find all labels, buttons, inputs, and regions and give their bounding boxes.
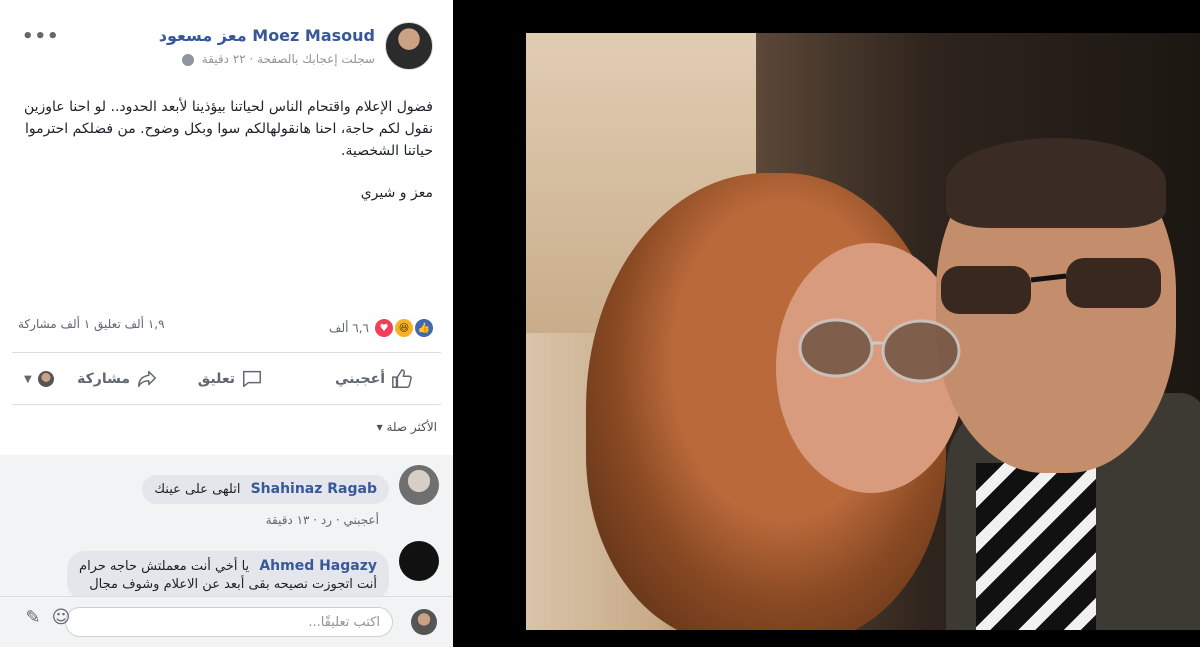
- haha-icon: 😆: [393, 317, 415, 339]
- post-meta-text: سجلت إعجابك بالصفحة · ٢٢ دقيقة: [201, 52, 375, 66]
- commenter-avatar[interactable]: [399, 465, 439, 505]
- photo-aviator-glasses: [798, 318, 961, 383]
- love-icon: ♥: [373, 317, 395, 339]
- comment-item: Ahmed Hagazy يا أخي أنت معملتش حاجه حرام…: [12, 541, 439, 601]
- comment-item: Shahinaz Ragab اتلهى على عينك أعجبني · ر…: [12, 465, 439, 535]
- photo-shirt: [976, 463, 1096, 630]
- post-header: Moez Masoud معز مسعود سجلت إعجابك بالصفح…: [14, 14, 433, 74]
- thumbs-up-icon: [392, 369, 412, 388]
- comment-bubble: Shahinaz Ragab اتلهى على عينك: [142, 475, 389, 504]
- comment-input[interactable]: اكتب تعليقًا...: [65, 607, 393, 637]
- divider: [12, 352, 441, 353]
- post-photo[interactable]: [526, 33, 1200, 630]
- comment-meta[interactable]: أعجبني · رد · ١٣ دقيقة: [266, 513, 379, 527]
- mini-avatar: [37, 371, 54, 387]
- chevron-down-icon: ▼: [24, 373, 32, 385]
- comment-text-line: يا أخي أنت معملتش حاجه حرام: [79, 559, 250, 574]
- reactions-count: ٦,٦ ألف: [329, 321, 369, 335]
- post-signature: معز و شيري: [360, 185, 433, 201]
- audience-selector[interactable]: ▼: [24, 360, 54, 398]
- author-avatar[interactable]: [385, 22, 433, 70]
- photo-man-hair: [946, 138, 1166, 228]
- comment-label: تعليق: [197, 371, 235, 387]
- photo-sunglasses: [941, 258, 1161, 314]
- post-body: فضول الإعلام واقتحام الناس لحياتنا بيؤذي…: [17, 96, 433, 224]
- comment-text-line: أنت اتجوزت نصيحه بقى أبعد عن الاعلام وشو…: [89, 577, 377, 592]
- comment-bubble: Ahmed Hagazy يا أخي أنت معملتش حاجه حرام…: [67, 551, 389, 600]
- commenter-avatar[interactable]: [399, 541, 439, 581]
- author-name[interactable]: Moez Masoud معز مسعود: [159, 26, 375, 45]
- more-options-icon[interactable]: •••: [22, 26, 60, 47]
- commenter-name[interactable]: Ahmed Hagazy: [259, 558, 377, 574]
- user-avatar: [411, 609, 437, 635]
- comment-sort-dropdown[interactable]: الأكثر صلة ▾: [377, 420, 437, 434]
- divider: [12, 404, 441, 405]
- like-button[interactable]: أعجبني: [335, 360, 413, 398]
- share-label: مشاركة: [77, 371, 130, 387]
- comments-shares-count[interactable]: ١,٩ ألف تعليق ١ ألف مشاركة: [18, 317, 165, 331]
- like-icon: 👍: [413, 317, 435, 339]
- emoji-icon[interactable]: ☺: [50, 607, 72, 629]
- commenter-name[interactable]: Shahinaz Ragab: [251, 481, 377, 497]
- share-icon: [138, 370, 156, 388]
- post-panel: Moez Masoud معز مسعود سجلت إعجابك بالصفح…: [0, 0, 453, 647]
- comment-icon: [243, 370, 261, 388]
- comment-text: اتلهى على عينك: [154, 482, 241, 497]
- comment-button[interactable]: تعليق: [198, 360, 263, 398]
- share-button[interactable]: مشاركة: [77, 360, 158, 398]
- reactions-summary[interactable]: 👍 😆 ♥ ٦,٦ ألف: [329, 317, 435, 339]
- sticker-icon[interactable]: ✎: [22, 607, 44, 629]
- post-meta: سجلت إعجابك بالصفحة · ٢٢ دقيقة: [181, 52, 375, 66]
- comment-composer: اكتب تعليقًا... ☺ ✎: [0, 596, 453, 647]
- like-label: أعجبني: [334, 371, 385, 387]
- globe-icon: [181, 53, 194, 66]
- engagement-counts: 👍 😆 ♥ ٦,٦ ألف ١,٩ ألف تعليق ١ ألف مشاركة: [18, 317, 435, 339]
- action-bar: أعجبني تعليق مشاركة ▼: [14, 360, 433, 398]
- post-text-main: فضول الإعلام واقتحام الناس لحياتنا بيؤذي…: [23, 99, 433, 159]
